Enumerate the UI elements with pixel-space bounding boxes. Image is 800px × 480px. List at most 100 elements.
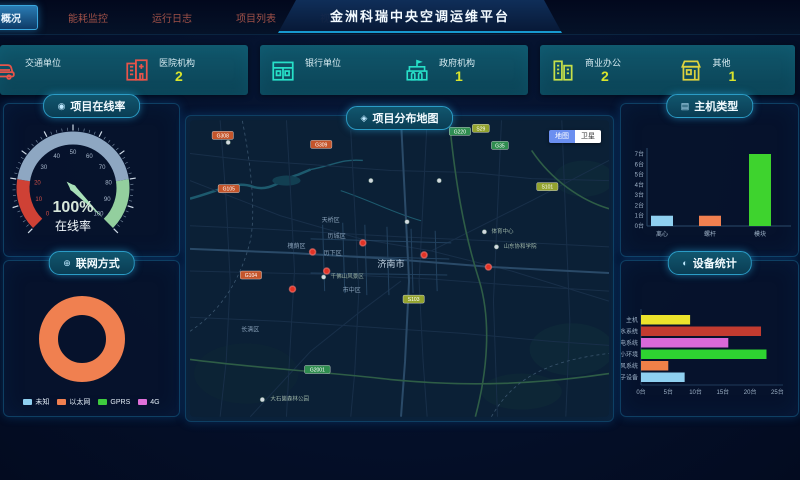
network-legend: 未知以太网 GPRS 4G xyxy=(4,397,179,407)
office-icon xyxy=(550,57,576,83)
device-stats-bar-chart: 主机水系统电系统小环境风系统子设备0台5台10台15台20台25台 xyxy=(621,261,798,416)
project-marker[interactable] xyxy=(485,264,491,270)
svg-text:90: 90 xyxy=(104,197,111,203)
gauge-value: 100% xyxy=(53,199,94,216)
poi-dot xyxy=(321,275,325,279)
svg-text:S101: S101 xyxy=(541,185,553,191)
svg-text:0台: 0台 xyxy=(635,222,644,230)
poi-label: 体育中心 xyxy=(491,227,514,235)
project-map[interactable]: G308G309G105G220S29G35G2001S101S103G104济… xyxy=(190,120,609,417)
tab-overview[interactable]: 概况 xyxy=(0,5,38,30)
legend-swatch xyxy=(23,399,32,405)
bar xyxy=(641,338,728,348)
svg-text:80: 80 xyxy=(105,180,112,186)
hbar-category-label: 风系统 xyxy=(621,362,638,370)
bar-category-label: 模块 xyxy=(754,230,766,238)
top-nav-bar: 概况 能耗监控 运行日志 项目列表 视频监控 金洲科瑞中央空调运维平台 xyxy=(0,0,800,35)
svg-text:6台: 6台 xyxy=(635,160,644,168)
tab-energy-monitor[interactable]: 能耗监控 xyxy=(68,10,108,25)
stat-card-transport-hospital: 交通单位 医院机构 2 xyxy=(0,45,248,95)
host-type-bar-chart: 0台1台2台3台4台5台6台7台离心螺杆模块 xyxy=(621,104,798,256)
hbar-category-label: 主机 xyxy=(626,316,638,324)
svg-text:G308: G308 xyxy=(217,133,229,139)
poi-dot xyxy=(369,178,373,182)
legend-item[interactable]: GPRS xyxy=(98,397,130,407)
page-title: 金洲科瑞中央空调运维平台 xyxy=(330,6,510,25)
gauge-zone xyxy=(24,138,123,180)
gauge-label: 在线率 xyxy=(55,218,91,233)
satellite-mode-button[interactable]: 卫星 xyxy=(575,130,601,143)
svg-text:3台: 3台 xyxy=(635,191,644,199)
svg-text:5台: 5台 xyxy=(635,171,644,179)
tab-project-list[interactable]: 项目列表 xyxy=(236,10,276,25)
svg-text:G2001: G2001 xyxy=(310,367,325,373)
stat-count: 1 xyxy=(455,69,475,84)
stat-government: 政府机构 1 xyxy=(394,56,528,84)
svg-text:30: 30 xyxy=(41,165,48,171)
hbar-category-label: 水系统 xyxy=(621,327,638,335)
legend-item[interactable]: 以太网 xyxy=(57,397,90,407)
svg-text:10台: 10台 xyxy=(689,388,702,396)
panel-host-type: ▤ 主机类型 0台1台2台3台4台5台6台7台离心螺杆模块 xyxy=(620,103,799,257)
hospital-icon xyxy=(124,57,150,83)
panel-online-rate-header: ◉ 项目在线率 xyxy=(43,94,141,118)
poi-label: 千佛山风景区 xyxy=(331,272,365,280)
svg-text:2台: 2台 xyxy=(635,201,644,209)
bank-icon xyxy=(270,57,296,83)
svg-text:G220: G220 xyxy=(454,129,466,135)
stat-count: 2 xyxy=(175,69,195,84)
stat-hospital: 医院机构 2 xyxy=(114,56,248,84)
legend-swatch xyxy=(57,399,66,405)
bar xyxy=(641,373,685,383)
panel-host-header: ▤ 主机类型 xyxy=(666,94,754,118)
project-marker[interactable] xyxy=(360,240,366,246)
bar xyxy=(749,154,771,226)
panel-device-stats: ◐ 设备统计 主机水系统电系统小环境风系统子设备0台5台10台15台20台25台 xyxy=(620,260,799,417)
stat-card-office-other: 商业办公 2 其他 1 xyxy=(540,45,795,95)
stat-count xyxy=(321,69,341,84)
poi-label: 山东协和学院 xyxy=(503,242,537,250)
globe-icon: ⊕ xyxy=(63,258,71,269)
svg-text:0台: 0台 xyxy=(636,388,645,396)
stat-bank: 银行单位 xyxy=(260,56,394,84)
pie-icon: ◐ xyxy=(682,258,687,268)
hbar-category-label: 子设备 xyxy=(621,373,638,381)
district-label: 天桥区 xyxy=(322,216,340,224)
map-mode-button[interactable]: 地图 xyxy=(549,130,575,143)
project-marker[interactable] xyxy=(324,268,330,274)
legend-item[interactable]: 未知 xyxy=(23,397,49,407)
poi-label: 大石崮森林公园 xyxy=(270,395,309,403)
project-marker[interactable] xyxy=(289,286,295,292)
donut-slice xyxy=(49,306,116,373)
bar xyxy=(641,361,668,371)
panel-project-map: ◈ 项目分布地图 xyxy=(185,115,614,422)
stat-count: 1 xyxy=(729,69,737,84)
bar-category-label: 螺杆 xyxy=(704,230,716,238)
network-donut-chart xyxy=(4,261,179,416)
hbar-category-label: 小环境 xyxy=(621,350,638,358)
project-marker[interactable] xyxy=(310,249,316,255)
city-label: 济南市 xyxy=(377,258,404,269)
svg-text:5台: 5台 xyxy=(664,388,673,396)
svg-text:G35: G35 xyxy=(495,143,505,149)
poi-dot xyxy=(437,178,441,182)
tab-run-log[interactable]: 运行日志 xyxy=(152,10,192,25)
svg-text:S29: S29 xyxy=(476,126,485,132)
district-label: 槐荫区 xyxy=(287,242,305,250)
project-marker[interactable] xyxy=(421,252,427,258)
map-canvas: G308G309G105G220S29G35G2001S101S103G104济… xyxy=(190,120,609,417)
bar-category-label: 离心 xyxy=(656,230,668,238)
bar xyxy=(641,315,690,325)
poi-dot xyxy=(260,397,264,401)
svg-text:20: 20 xyxy=(34,180,41,186)
bar xyxy=(699,216,721,226)
stat-other: 其他 1 xyxy=(668,56,796,84)
legend-swatch xyxy=(98,399,107,405)
bar xyxy=(651,216,673,226)
stat-card-bank-government: 银行单位 政府机构 1 xyxy=(260,45,528,95)
poi-dot xyxy=(226,140,230,144)
poi-dot xyxy=(494,245,498,249)
legend-item[interactable]: 4G xyxy=(138,397,159,407)
online-rate-gauge: 0102030405060708090100100%在线率 xyxy=(4,104,179,256)
shop-icon xyxy=(678,57,704,83)
